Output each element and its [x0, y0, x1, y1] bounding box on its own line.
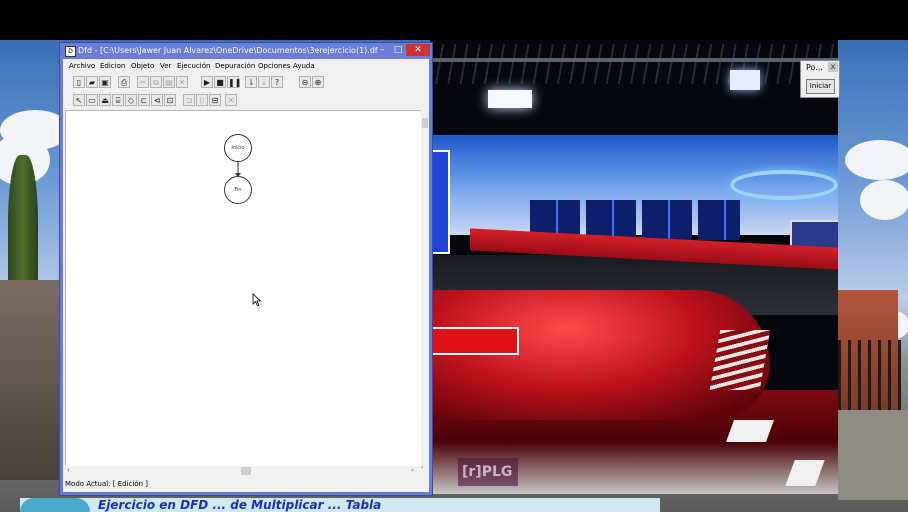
desk-vents	[709, 330, 771, 390]
standard-toolbar: ▯ ▰ ▣ ⎙ ✂ ⧉ ▤ ✕ ▶ ■ ❚❚ ⇂ ⇣? ⊖ ⊕	[73, 74, 333, 90]
vertical-scrollbar[interactable]	[421, 110, 429, 466]
cloud	[860, 180, 908, 220]
menu-ayuda[interactable]: Ayuda	[291, 60, 317, 73]
return-tool-icon[interactable]: ⌷	[196, 94, 208, 106]
fence	[838, 340, 908, 410]
close-button[interactable]: ✕	[406, 44, 430, 56]
pause-icon[interactable]: ❚❚	[227, 76, 241, 88]
horizontal-scroll-thumb[interactable]	[241, 467, 251, 475]
read-tool-icon[interactable]: ⏏	[99, 94, 111, 106]
menu-bar: Archivo Edicion Objeto Ver Ejecución Dep…	[63, 60, 429, 73]
horizontal-scrollbar[interactable]: ‹ ›	[65, 466, 421, 476]
step-icon[interactable]: ⇂	[245, 76, 257, 88]
start-node[interactable]: Inicio	[224, 134, 252, 162]
write-tool-icon[interactable]: ⌸	[112, 94, 124, 106]
studio-light	[730, 70, 760, 90]
scroll-left-icon[interactable]: ‹	[67, 466, 70, 474]
wall	[0, 280, 60, 480]
flowchart	[235, 162, 241, 177]
lighting-truss-beam	[430, 58, 838, 62]
menu-ver[interactable]: Ver	[158, 60, 173, 73]
news-studio-image: [r]PLG	[430, 40, 838, 494]
end-subroutine-tool-icon[interactable]: ⊐	[183, 94, 195, 106]
minimize-button[interactable]: –	[374, 44, 390, 56]
popup-window: Po... x Iniciar	[800, 60, 840, 98]
diagram-canvas[interactable]: Inicio Fin	[65, 110, 423, 468]
banner-text: Ejercicio en DFD ... de Multiplicar ... …	[98, 498, 382, 512]
menu-depuracion[interactable]: Depuración	[213, 60, 257, 73]
window-client-area: Archivo Edicion Objeto Ver Ejecución Dep…	[63, 59, 429, 492]
end-node[interactable]: Fin	[224, 176, 252, 204]
zoom-out-icon[interactable]: ⊖	[299, 76, 311, 88]
status-bar: Modo Actual: [ Edición ]	[65, 480, 149, 488]
title-bar[interactable]: D Dfd - [C:\Users\Jawer Juan Alvarez\One…	[60, 43, 432, 59]
for-tool-icon[interactable]: ⊲	[151, 94, 163, 106]
dfd-window: D Dfd - [C:\Users\Jawer Juan Alvarez\One…	[59, 42, 433, 496]
road	[838, 410, 908, 500]
print-icon[interactable]: ⎙	[118, 76, 130, 88]
menu-archivo[interactable]: Archivo	[67, 60, 97, 73]
paste-icon[interactable]: ▤	[163, 76, 175, 88]
menu-opciones[interactable]: Opciones	[256, 60, 292, 73]
lighting-truss	[430, 44, 838, 84]
vertical-scroll-thumb[interactable]	[422, 118, 428, 128]
step-over-icon[interactable]: ⇣	[258, 76, 270, 88]
start-button[interactable]: Iniciar	[806, 79, 835, 94]
call-tool-icon[interactable]: ⊟	[209, 94, 221, 106]
decision-tool-icon[interactable]: ◇	[125, 94, 137, 106]
stop-icon[interactable]: ■	[214, 76, 226, 88]
floor-tile	[725, 420, 775, 442]
menu-edicion[interactable]: Edicion	[98, 60, 127, 73]
run-icon[interactable]: ▶	[201, 76, 213, 88]
scroll-right-icon[interactable]: ›	[411, 466, 414, 474]
save-icon[interactable]: ▣	[99, 76, 111, 88]
loop-tool-icon[interactable]: ⊏	[138, 94, 150, 106]
delete-icon[interactable]: ✕	[176, 76, 188, 88]
cloud	[845, 140, 908, 180]
erase-tool-icon[interactable]: ✕	[225, 94, 237, 106]
banner-logo	[20, 498, 90, 512]
menu-objeto[interactable]: Objeto	[129, 60, 156, 73]
subroutine-tool-icon[interactable]: ⊡	[164, 94, 176, 106]
copy-icon[interactable]: ⧉	[150, 76, 162, 88]
dfd-app-icon[interactable]: D	[65, 46, 76, 57]
maximize-button[interactable]: □	[390, 44, 406, 56]
watermark-logo: [r]PLG	[458, 458, 518, 486]
ceiling-light-ring	[730, 170, 838, 200]
assignment-tool-icon[interactable]: ▭	[86, 94, 98, 106]
zoom-in-icon[interactable]: ⊕	[312, 76, 324, 88]
cut-icon[interactable]: ✂	[137, 76, 149, 88]
menu-ejecucion[interactable]: Ejecución	[175, 60, 212, 73]
lower-third-bar	[430, 327, 519, 355]
studio-blue-panel	[430, 150, 450, 254]
open-folder-icon[interactable]: ▰	[86, 76, 98, 88]
window-title: Dfd - [C:\Users\Jawer Juan Alvarez\OneDr…	[78, 46, 378, 55]
objects-toolbar: ↖ ▭ ⏏ ⌸ ◇ ⊏ ⊲ ⊡ ⊐ ⌷ ⊟ ✕	[73, 92, 253, 108]
pointer-tool-icon[interactable]: ↖	[73, 94, 85, 106]
new-file-icon[interactable]: ▯	[73, 76, 85, 88]
evaluate-icon[interactable]: ?	[271, 76, 283, 88]
mouse-cursor-icon	[252, 293, 262, 307]
popup-close-button[interactable]: x	[828, 62, 838, 72]
studio-light	[488, 90, 532, 108]
